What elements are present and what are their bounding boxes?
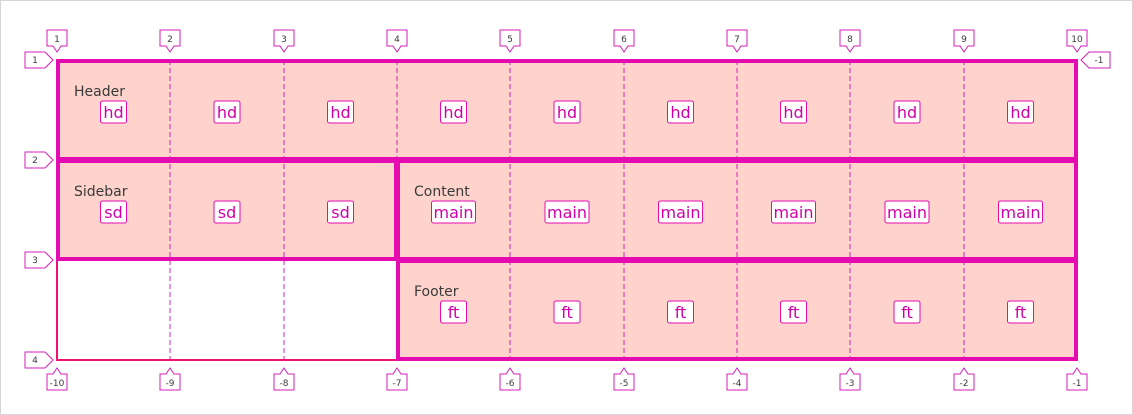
area-title-content: Content bbox=[414, 184, 470, 200]
area-name-label: hd bbox=[443, 103, 463, 122]
column-line-number-top-4: 4 bbox=[394, 35, 400, 45]
area-name-label: main bbox=[774, 203, 814, 222]
area-name-label: sd bbox=[331, 203, 350, 222]
area-name-label: ft bbox=[788, 303, 800, 322]
column-line-number-bottom-3: -8 bbox=[280, 379, 289, 389]
column-line-number-bottom-6: -5 bbox=[620, 379, 629, 389]
column-line-number-bottom-1: -10 bbox=[50, 379, 65, 389]
area-name-label: main bbox=[547, 203, 587, 222]
column-line-number-bottom-9: -2 bbox=[960, 379, 969, 389]
column-line-number-top-3: 3 bbox=[281, 35, 287, 45]
area-title-header: Header bbox=[74, 84, 125, 100]
area-name-label: hd bbox=[670, 103, 690, 122]
area-name-label: ft bbox=[561, 303, 573, 322]
area-name-label: main bbox=[887, 203, 927, 222]
area-name-label: ft bbox=[675, 303, 687, 322]
area-name-label: hd bbox=[103, 103, 123, 122]
column-line-number-bottom-8: -3 bbox=[846, 379, 855, 389]
column-line-number-top-7: 7 bbox=[734, 35, 740, 45]
column-line-number-top-6: 6 bbox=[621, 35, 627, 45]
column-line-number-bottom-4: -7 bbox=[393, 379, 402, 389]
row-line-number-left-4-box bbox=[24, 351, 54, 369]
column-line-number-top-10: 10 bbox=[1071, 35, 1083, 45]
column-line-number-bottom-5: -6 bbox=[506, 379, 515, 389]
area-title-footer: Footer bbox=[414, 284, 459, 300]
grid-overlay: Header hd hd hd hd hd hd hd hd hd Sidebar sd sd sd Con… bbox=[24, 29, 1111, 391]
column-line-number-bottom-2: -9 bbox=[166, 379, 175, 389]
area-name-label: main bbox=[1001, 203, 1041, 222]
area-name-label: hd bbox=[783, 103, 803, 122]
area-name-label: hd bbox=[217, 103, 237, 122]
row-line-number-left-1-box bbox=[24, 51, 54, 69]
column-line-number-top-8: 8 bbox=[847, 35, 853, 45]
row-line-number-right-1: -1 bbox=[1095, 56, 1104, 66]
area-name-label: main bbox=[661, 203, 701, 222]
column-line-number-bottom-7: -4 bbox=[733, 379, 742, 389]
row-line-number-left-4: 4 bbox=[32, 356, 38, 366]
area-name-label: hd bbox=[330, 103, 350, 122]
row-line-number-left-1: 1 bbox=[32, 56, 38, 66]
row-line-number-left-3: 3 bbox=[32, 256, 38, 266]
area-name-label: hd bbox=[1010, 103, 1030, 122]
column-line-number-top-5: 5 bbox=[507, 35, 513, 45]
column-line-number-bottom-10: -1 bbox=[1073, 379, 1082, 389]
column-line-number-top-9: 9 bbox=[961, 35, 967, 45]
row-line-number-left-2: 2 bbox=[32, 156, 38, 166]
area-name-label: sd bbox=[218, 203, 237, 222]
area-name-label: ft bbox=[901, 303, 913, 322]
area-title-sidebar: Sidebar bbox=[74, 184, 128, 200]
area-name-label: ft bbox=[1015, 303, 1027, 322]
row-line-number-left-2-box bbox=[24, 151, 54, 169]
area-name-label: sd bbox=[104, 203, 123, 222]
area-name-label: hd bbox=[897, 103, 917, 122]
column-line-number-top-1: 1 bbox=[54, 35, 60, 45]
area-name-label: ft bbox=[448, 303, 460, 322]
area-name-label: hd bbox=[557, 103, 577, 122]
area-name-label: main bbox=[434, 203, 474, 222]
row-line-number-left-3-box bbox=[24, 251, 54, 269]
column-line-number-top-2: 2 bbox=[167, 35, 173, 45]
